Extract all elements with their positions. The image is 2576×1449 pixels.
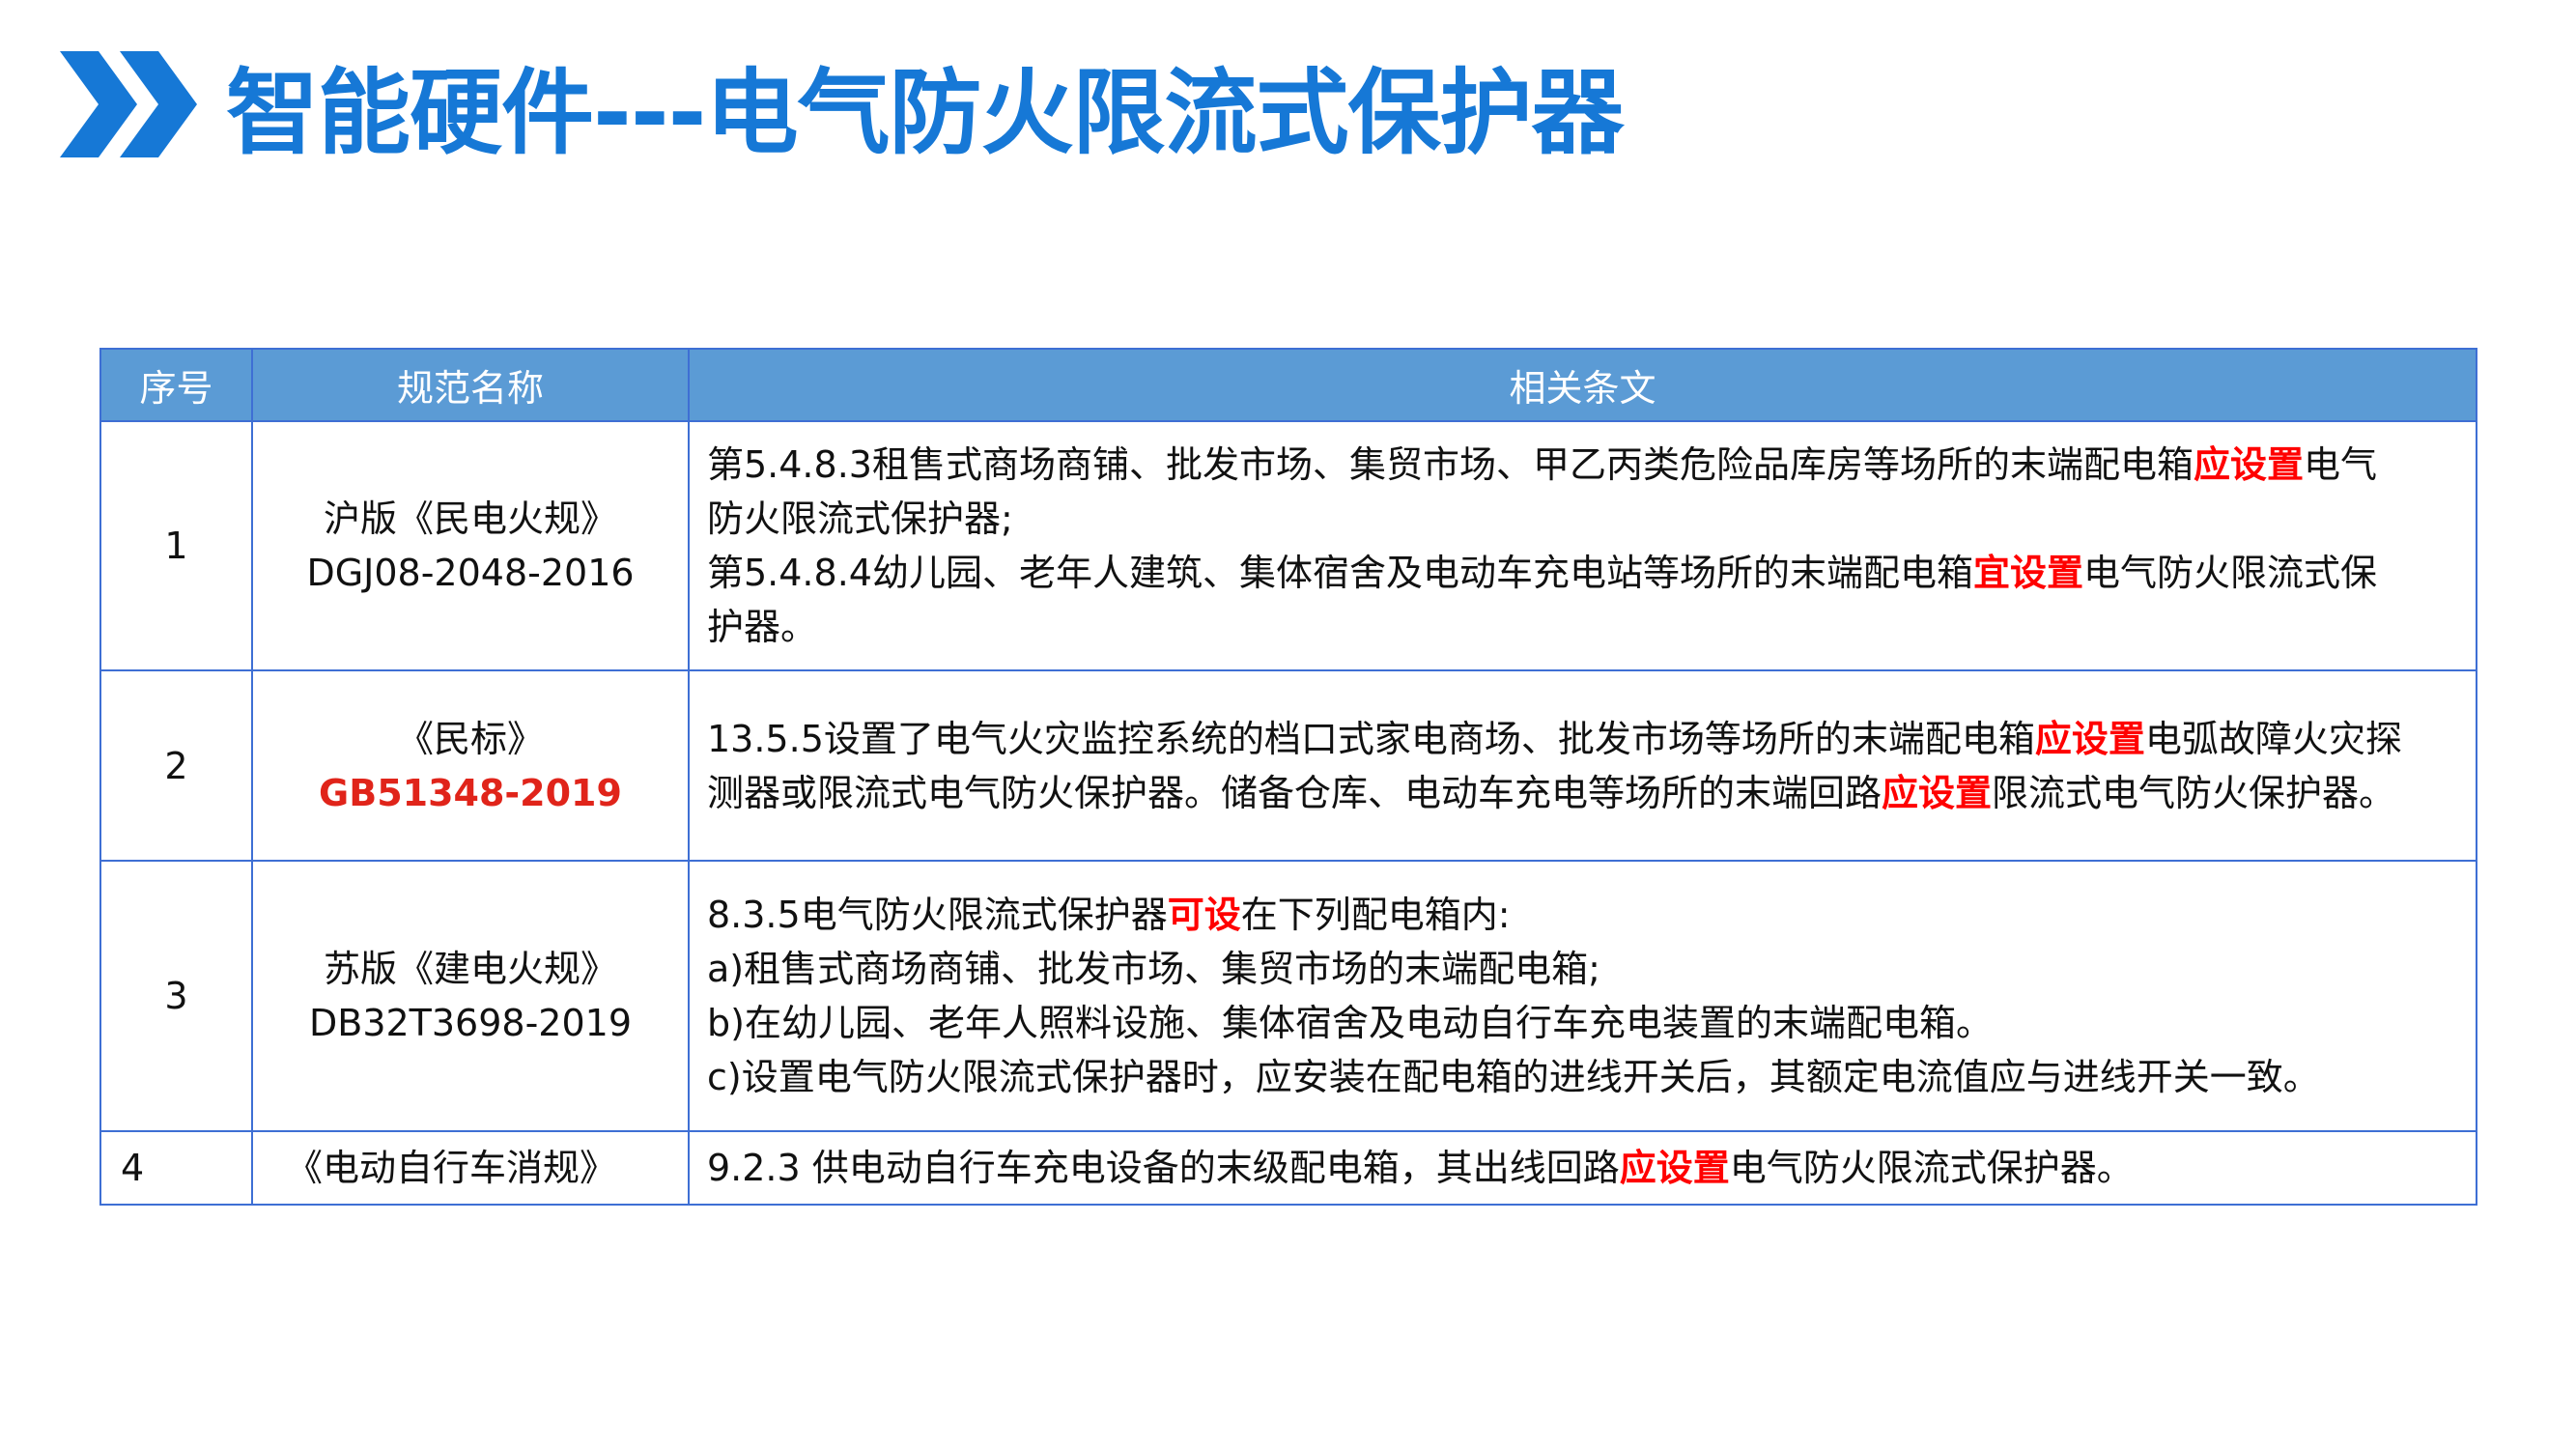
clause-line: 护器。 [707, 606, 818, 648]
clause-line: 9.2.3 供电动自行车充电设备的末级配电箱，其出线回路应设置电气防火限流式保护… [707, 1147, 2134, 1189]
clause-line: 13.5.5设置了电气火灾监控系统的档口式家电商场、批发市场等场所的末端配电箱应… [707, 717, 2402, 760]
double-chevron-right-icon [60, 51, 197, 157]
standard-code: DGJ08-2048-2016 [306, 552, 635, 594]
clause-highlight: 宜设置 [1972, 552, 2083, 594]
standard-name-line1: 苏版《建电火规》 [323, 948, 617, 990]
table-row: 1 沪版《民电火规》 DGJ08-2048-2016 第5.4.8.3租售式商场… [99, 420, 2477, 671]
table-row: 2 《民标》 GB51348-2019 13.5.5设置了电气火灾监控系统的档口… [99, 669, 2477, 862]
row-number: 3 [99, 860, 253, 1132]
header-name: 规范名称 [251, 348, 690, 422]
title-bar: 智能硬件---电气防火限流式保护器 [60, 46, 1625, 167]
clause-highlight: 应设置 [2193, 443, 2304, 486]
row-number: 4 [99, 1130, 253, 1206]
table-header-row: 序号 规范名称 相关条文 [99, 348, 2477, 422]
table-row: 4 《电动自行车消规》 9.2.3 供电动自行车充电设备的末级配电箱，其出线回路… [99, 1130, 2477, 1206]
clause-line: a)租售式商场商铺、批发市场、集贸市场的末端配电箱; [707, 948, 1600, 990]
clause-highlight: 应设置 [1882, 771, 1993, 814]
clause-line: 第5.4.8.3租售式商场商铺、批发市场、集贸市场、甲乙丙类危险品库房等场所的末… [707, 443, 2377, 486]
row-number: 2 [99, 669, 253, 862]
clause-line: 第5.4.8.4幼儿园、老年人建筑、集体宿舍及电动车充电站等场所的末端配电箱宜设… [707, 552, 2377, 594]
row-number: 1 [99, 420, 253, 671]
clause-line: b)在幼儿园、老年人照料设施、集体宿舍及电动自行车充电装置的末端配电箱。 [707, 1002, 1993, 1044]
clause-highlight: 可设 [1167, 894, 1241, 936]
clause-text: 13.5.5设置了电气火灾监控系统的档口式家电商场、批发市场等场所的末端配电箱应… [688, 669, 2477, 862]
clause-text: 第5.4.8.3租售式商场商铺、批发市场、集贸市场、甲乙丙类危险品库房等场所的末… [688, 420, 2477, 671]
header-no: 序号 [99, 348, 253, 422]
header-text: 相关条文 [688, 348, 2477, 422]
standard-name-line1: 沪版《民电火规》 [323, 497, 617, 540]
table-row: 3 苏版《建电火规》 DB32T3698-2019 8.3.5电气防火限流式保护… [99, 860, 2477, 1132]
standard-name: 《电动自行车消规》 [251, 1130, 690, 1206]
clause-line: c)设置电气防火限流式保护器时，应安装在配电箱的进线开关后，其额定电流值应与进线… [707, 1056, 2320, 1098]
clause-line: 8.3.5电气防火限流式保护器可设在下列配电箱内: [707, 894, 1511, 936]
standard-code: DB32T3698-2019 [308, 1002, 633, 1044]
spec-table: 序号 规范名称 相关条文 1 沪版《民电火规》 DGJ08-2048-2016 … [99, 348, 2477, 1206]
clause-highlight: 应设置 [1619, 1147, 1730, 1189]
standard-name-line1: 《民标》 [396, 717, 544, 760]
page-title: 智能硬件---电气防火限流式保护器 [226, 58, 1625, 167]
standard-code: GB51348-2019 [319, 771, 622, 814]
clause-text: 8.3.5电气防火限流式保护器可设在下列配电箱内: a)租售式商场商铺、批发市场… [688, 860, 2477, 1132]
standard-name-line1: 《电动自行车消规》 [286, 1147, 617, 1189]
clause-line: 防火限流式保护器; [707, 497, 1013, 540]
clause-text: 9.2.3 供电动自行车充电设备的末级配电箱，其出线回路应设置电气防火限流式保护… [688, 1130, 2477, 1206]
standard-name: 《民标》 GB51348-2019 [251, 669, 690, 862]
clause-line: 测器或限流式电气防火保护器。储备仓库、电动车充电等场所的末端回路应设置限流式电气… [707, 771, 2396, 814]
clause-highlight: 应设置 [2034, 717, 2145, 760]
standard-name: 苏版《建电火规》 DB32T3698-2019 [251, 860, 690, 1132]
standard-name: 沪版《民电火规》 DGJ08-2048-2016 [251, 420, 690, 671]
